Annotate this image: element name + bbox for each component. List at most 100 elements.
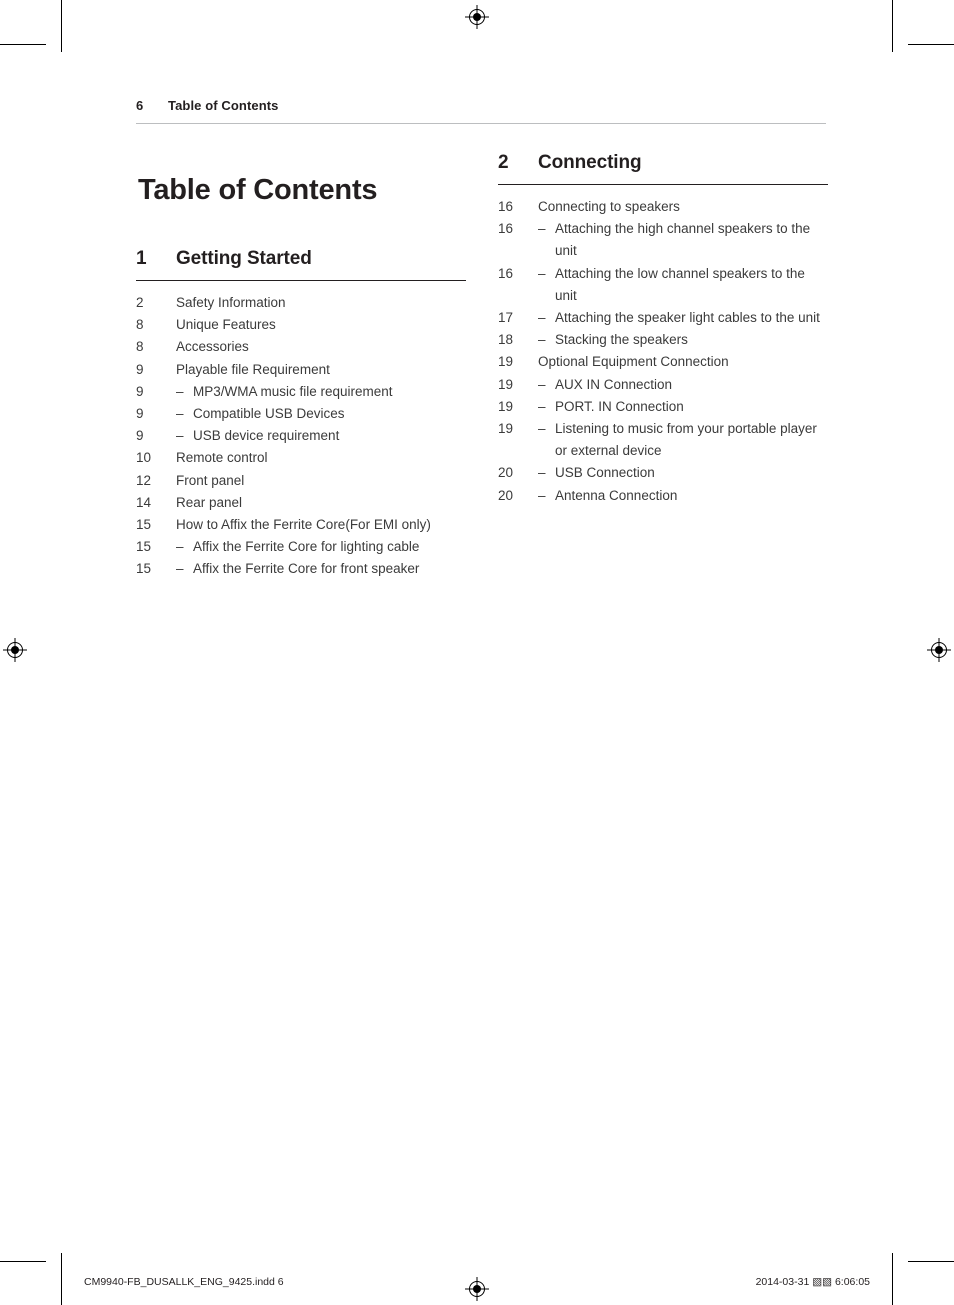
toc-entry-label: Compatible USB Devices — [176, 403, 466, 425]
toc-page-number: 16 — [498, 221, 514, 237]
toc-column-left: 1 Getting Started 2 Safety Information 8… — [136, 248, 466, 581]
toc-entry-label: Safety Information — [176, 295, 286, 310]
toc-entry-label: Remote control — [176, 450, 268, 466]
page-header: 6 Table of Contents — [136, 98, 826, 124]
crop-mark-left-bottom-horizontal — [0, 1261, 46, 1262]
toc-entry-label: Listening to music from your portable pl… — [538, 418, 828, 462]
toc-entry-label: USB Connection — [538, 462, 828, 484]
list-item[interactable]: 8 Accessories — [136, 336, 466, 358]
toc-entry-label: Unique Features — [176, 317, 276, 333]
toc-entry-label: How to Affix the Ferrite Core(For EMI on… — [176, 517, 431, 533]
toc-entry-label: PORT. IN Connection — [538, 396, 828, 418]
toc-page-number: 2 — [136, 295, 144, 310]
crop-mark-top-right-vertical — [892, 0, 893, 52]
crop-mark-left-top-horizontal — [0, 44, 46, 45]
toc-entry-label: Attaching the low channel speakers to th… — [538, 263, 828, 307]
toc-column-right: 2 Connecting 16 Connecting to speakers 1… — [498, 152, 828, 507]
registration-mark-bottom — [465, 1277, 489, 1301]
list-item[interactable]: 16 Connecting to speakers — [498, 196, 828, 218]
toc-entry-label: Optional Equipment Connection — [538, 354, 729, 370]
toc-entry-label: Affix the Ferrite Core for front speaker — [176, 558, 466, 580]
list-item[interactable]: 10 Remote control — [136, 447, 466, 469]
list-item[interactable]: 15 Affix the Ferrite Core for lighting c… — [136, 536, 466, 558]
list-item[interactable]: 17 Attaching the speaker light cables to… — [498, 307, 828, 329]
toc-entry-label: Attaching the high channel speakers to t… — [538, 218, 828, 262]
toc-page-number: 9 — [136, 383, 144, 399]
crop-mark-right-bottom-horizontal — [908, 1261, 954, 1262]
registration-mark-top — [465, 5, 489, 29]
toc-entry-label: Accessories — [176, 339, 249, 355]
toc-page-number: 12 — [136, 472, 152, 488]
toc-entry-label: MP3/WMA music file requirement — [176, 381, 466, 403]
list-item[interactable]: 14 Rear panel — [136, 492, 466, 514]
toc-page-number: 15 — [136, 539, 152, 555]
toc-list-getting-started: 2 Safety Information 8 Unique Features 8… — [136, 292, 466, 581]
toc-page-number: 18 — [498, 332, 514, 348]
toc-page-number: 14 — [136, 494, 152, 510]
toc-entry-label: Attaching the speaker light cables to th… — [538, 307, 828, 329]
list-item[interactable]: 20 Antenna Connection — [498, 485, 828, 507]
toc-page-number: 19 — [498, 421, 514, 437]
toc-page-number: 8 — [136, 317, 144, 333]
toc-entry-label: Antenna Connection — [538, 485, 828, 507]
section-title: Connecting — [538, 152, 642, 173]
list-item[interactable]: 19 Optional Equipment Connection — [498, 351, 828, 373]
toc-entry-label: Rear panel — [176, 494, 243, 510]
toc-page-number: 15 — [136, 517, 152, 533]
crop-mark-bottom-right-vertical — [892, 1253, 893, 1305]
list-item[interactable]: 20 USB Connection — [498, 462, 828, 484]
list-item[interactable]: 19 Listening to music from your portable… — [498, 418, 828, 462]
toc-page-number: 9 — [136, 406, 144, 422]
list-item[interactable]: 18 Stacking the speakers — [498, 329, 828, 351]
list-item[interactable]: 9 Playable file Requirement — [136, 359, 466, 381]
list-item[interactable]: 19 AUX IN Connection — [498, 374, 828, 396]
toc-entry-label: USB device requirement — [176, 425, 466, 447]
section-heading-getting-started: 1 Getting Started — [136, 248, 466, 281]
toc-page-number: 19 — [498, 398, 514, 414]
section-heading-connecting: 2 Connecting — [498, 152, 828, 185]
toc-page-number: 8 — [136, 339, 144, 355]
section-number: 2 — [498, 152, 509, 173]
registration-mark-left — [3, 638, 27, 662]
list-item[interactable]: 9 Compatible USB Devices — [136, 403, 466, 425]
toc-entry-label: Connecting to speakers — [538, 199, 680, 214]
toc-page-number: 17 — [498, 310, 514, 326]
toc-page-number: 9 — [136, 361, 144, 377]
toc-entry-label: Playable file Requirement — [176, 361, 330, 377]
toc-list-connecting: 16 Connecting to speakers 16 Attaching t… — [498, 196, 828, 507]
crop-mark-bottom-left-vertical — [61, 1253, 62, 1305]
toc-page-number: 20 — [498, 465, 514, 481]
section-title: Getting Started — [176, 248, 312, 269]
crop-mark-right-top-horizontal — [908, 44, 954, 45]
list-item[interactable]: 19 PORT. IN Connection — [498, 396, 828, 418]
toc-entry-label: AUX IN Connection — [538, 374, 828, 396]
toc-page-number: 19 — [498, 354, 514, 370]
registration-mark-right — [927, 638, 951, 662]
toc-page-number: 16 — [498, 199, 514, 214]
crop-mark-top-left-vertical — [61, 0, 62, 52]
page-number: 6 — [136, 98, 144, 113]
list-item[interactable]: 16 Attaching the high channel speakers t… — [498, 218, 828, 262]
running-header-title: Table of Contents — [168, 98, 279, 113]
page-title: Table of Contents — [138, 174, 378, 207]
toc-entry-label: Stacking the speakers — [538, 329, 828, 351]
toc-page-number: 20 — [498, 487, 514, 503]
toc-page-number: 9 — [136, 428, 144, 444]
toc-page-number: 15 — [136, 561, 152, 577]
list-item[interactable]: 9 MP3/WMA music file requirement — [136, 381, 466, 403]
list-item[interactable]: 8 Unique Features — [136, 314, 466, 336]
list-item[interactable]: 2 Safety Information — [136, 292, 466, 314]
list-item[interactable]: 15 Affix the Ferrite Core for front spea… — [136, 558, 466, 580]
toc-page-number: 16 — [498, 265, 514, 281]
toc-page-number: 10 — [136, 450, 152, 466]
list-item[interactable]: 15 How to Affix the Ferrite Core(For EMI… — [136, 514, 466, 536]
footer-timestamp: 2014-03-31 ▧▧ 6:06:05 — [755, 1276, 870, 1288]
toc-page-number: 19 — [498, 376, 514, 392]
list-item[interactable]: 9 USB device requirement — [136, 425, 466, 447]
list-item[interactable]: 16 Attaching the low channel speakers to… — [498, 263, 828, 307]
list-item[interactable]: 12 Front panel — [136, 470, 466, 492]
footer-filename: CM9940-FB_DUSALLK_ENG_9425.indd 6 — [84, 1276, 284, 1288]
toc-entry-label: Front panel — [176, 472, 245, 488]
toc-entry-label: Affix the Ferrite Core for lighting cabl… — [176, 536, 466, 558]
section-number: 1 — [136, 248, 147, 269]
